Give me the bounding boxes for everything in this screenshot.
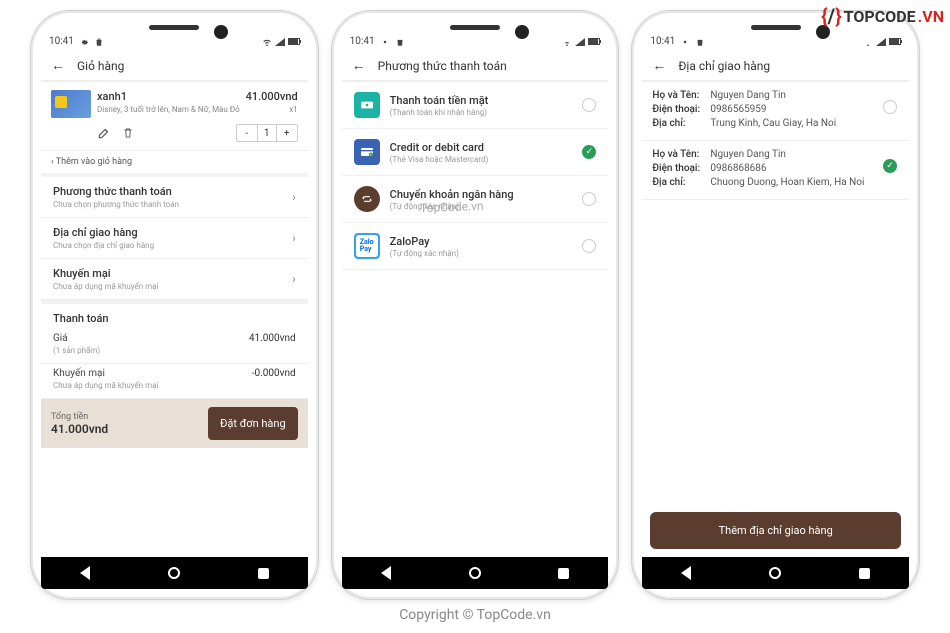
signal-icon bbox=[876, 38, 886, 46]
chevron-right-icon: › bbox=[292, 190, 296, 204]
radio-button[interactable] bbox=[582, 98, 596, 112]
nav-recent[interactable] bbox=[558, 568, 569, 579]
clock: 10:41 bbox=[49, 36, 74, 47]
payment-option[interactable]: + Credit or debit card(Thẻ Visa hoặc Mas… bbox=[342, 129, 609, 176]
place-order-button[interactable]: Đặt đơn hàng bbox=[208, 407, 298, 440]
qty-value: 1 bbox=[257, 125, 277, 141]
speaker bbox=[450, 25, 500, 30]
qty-plus[interactable]: + bbox=[277, 125, 297, 141]
cash-icon bbox=[354, 92, 380, 118]
camera bbox=[515, 25, 529, 39]
back-button[interactable]: ← bbox=[51, 57, 65, 74]
app-bar: ← Phương thức thanh toán bbox=[342, 51, 609, 82]
nav-back[interactable] bbox=[681, 566, 691, 580]
gear-icon bbox=[680, 37, 690, 47]
battery-icon bbox=[588, 38, 600, 45]
page-title: Phương thức thanh toán bbox=[378, 59, 507, 73]
price-row: Giá(1 sản phẩm) 41.000vnd bbox=[41, 329, 308, 364]
bank-icon bbox=[354, 186, 380, 212]
nav-back[interactable] bbox=[80, 566, 90, 580]
back-button[interactable]: ← bbox=[352, 57, 366, 74]
item-qty-label: x1 bbox=[246, 105, 298, 114]
nav-home[interactable] bbox=[469, 567, 481, 579]
nav-home[interactable] bbox=[168, 567, 180, 579]
back-button[interactable]: ← bbox=[652, 57, 666, 74]
footer-watermark: Copyright © TopCode.vn bbox=[399, 607, 551, 623]
radio-button[interactable] bbox=[582, 239, 596, 253]
add-more-link[interactable]: ‹ Thêm vào giỏ hàng bbox=[41, 150, 308, 173]
signal-icon bbox=[575, 38, 585, 46]
total-bar: Tổng tiền 41.000vnd Đặt đơn hàng bbox=[41, 399, 308, 448]
cart-item: xanh1 Disney, 3 tuổi trở lên, Nam & Nữ, … bbox=[41, 82, 308, 150]
address-block[interactable]: Họ và Tên:Nguyen Dang Tin Điện thoại:098… bbox=[642, 82, 909, 141]
nav-home[interactable] bbox=[769, 567, 781, 579]
radio-button[interactable] bbox=[582, 192, 596, 206]
address-block[interactable]: Họ và Tên:Nguyen Dang Tin Điện thoại:098… bbox=[642, 141, 909, 200]
delete-icon[interactable] bbox=[121, 126, 135, 140]
card-icon: + bbox=[354, 139, 380, 165]
speaker bbox=[149, 25, 199, 30]
nav-bar bbox=[642, 557, 909, 589]
wifi-icon bbox=[262, 37, 272, 47]
nav-recent[interactable] bbox=[859, 568, 870, 579]
nav-back[interactable] bbox=[381, 566, 391, 580]
wifi-icon bbox=[863, 37, 873, 47]
gear-icon bbox=[380, 37, 390, 47]
option-address[interactable]: Địa chỉ giao hàngChưa chọn địa chỉ giao … bbox=[41, 218, 308, 259]
chevron-right-icon: › bbox=[292, 231, 296, 245]
trash-icon bbox=[395, 37, 405, 47]
clock: 10:41 bbox=[650, 36, 675, 47]
radio-button[interactable] bbox=[883, 159, 897, 173]
radio-button[interactable] bbox=[883, 100, 897, 114]
option-payment-method[interactable]: Phương thức thanh toánChưa chọn phương t… bbox=[41, 177, 308, 218]
radio-button[interactable] bbox=[582, 145, 596, 159]
svg-text:+: + bbox=[370, 153, 372, 157]
promo-row: Khuyến mạiChưa áp dụng mã khuyến mại -0.… bbox=[41, 364, 308, 399]
status-bar: 10:41 bbox=[342, 32, 609, 51]
product-desc: Disney, 3 tuổi trở lên, Nam & Nữ, Màu Đỏ bbox=[97, 105, 240, 114]
phone-frame-2: 10:41 ← Phương thức thanh toán Thanh toá… bbox=[331, 10, 620, 600]
product-name: xanh1 bbox=[97, 90, 240, 103]
app-bar: ← Địa chỉ giao hàng bbox=[642, 51, 909, 82]
product-image[interactable] bbox=[51, 90, 91, 118]
nav-bar bbox=[342, 557, 609, 589]
phone-frame-1: 10:41 ← Giỏ hàng xanh1 bbox=[30, 10, 319, 600]
center-watermark: TopCode.vn bbox=[420, 199, 484, 215]
trash-icon bbox=[695, 37, 705, 47]
option-promo[interactable]: Khuyến mạiChưa áp dụng mã khuyến mại › bbox=[41, 259, 308, 300]
wifi-icon bbox=[562, 37, 572, 47]
item-price: 41.000vnd bbox=[246, 90, 298, 103]
phone-frame-3: 10:41 ← Địa chỉ giao hàng Họ và Tên:Nguy… bbox=[631, 10, 920, 600]
payment-heading: Thanh toán bbox=[41, 304, 308, 329]
status-bar: 10:41 bbox=[642, 32, 909, 51]
zalo-icon: ZaloPay bbox=[354, 233, 380, 259]
battery-icon bbox=[288, 38, 300, 45]
add-address-button[interactable]: Thêm địa chỉ giao hàng bbox=[650, 512, 901, 549]
nav-bar bbox=[41, 557, 308, 589]
signal-icon bbox=[275, 38, 285, 46]
speaker bbox=[751, 25, 801, 30]
brand-watermark: {/} TOPCODE.VN bbox=[821, 4, 944, 28]
app-bar: ← Giỏ hàng bbox=[41, 51, 308, 82]
payment-option[interactable]: Thanh toán tiền mặt(Thanh toán khi nhận … bbox=[342, 82, 609, 129]
status-bar: 10:41 bbox=[41, 32, 308, 51]
nav-recent[interactable] bbox=[258, 568, 269, 579]
gear-icon bbox=[79, 37, 89, 47]
page-title: Địa chỉ giao hàng bbox=[678, 59, 770, 73]
trash-icon bbox=[94, 37, 104, 47]
chevron-right-icon: › bbox=[292, 272, 296, 286]
edit-icon[interactable] bbox=[97, 126, 111, 140]
page-title: Giỏ hàng bbox=[77, 59, 124, 73]
quantity-stepper: - 1 + bbox=[236, 124, 298, 142]
clock: 10:41 bbox=[350, 36, 375, 47]
battery-icon bbox=[889, 38, 901, 45]
qty-minus[interactable]: - bbox=[237, 125, 257, 141]
payment-option[interactable]: ZaloPay ZaloPay(Tự động xác nhận) bbox=[342, 223, 609, 270]
